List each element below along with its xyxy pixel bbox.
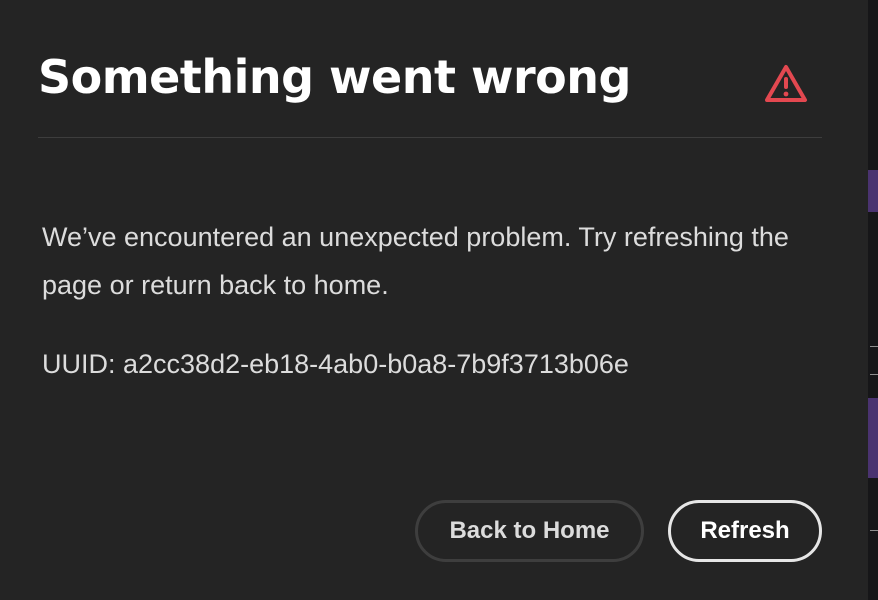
dialog-title: Something went wrong <box>38 50 631 104</box>
background-line <box>870 374 878 375</box>
error-dialog: Something went wrong We’ve encountered a… <box>0 0 868 600</box>
alert-triangle-icon <box>765 65 807 102</box>
background-line <box>870 346 878 347</box>
background-accent-block <box>868 170 878 212</box>
error-message: We’ve encountered an unexpected problem.… <box>42 222 789 300</box>
background-app-strip <box>868 0 878 600</box>
refresh-button[interactable]: Refresh <box>668 500 822 562</box>
back-to-home-button[interactable]: Back to Home <box>415 500 644 562</box>
background-line <box>870 530 878 531</box>
error-uuid: UUID: a2cc38d2-eb18-4ab0-b0a8-7b9f3713b0… <box>42 349 629 379</box>
background-accent-block <box>868 398 878 478</box>
title-divider <box>38 137 822 138</box>
